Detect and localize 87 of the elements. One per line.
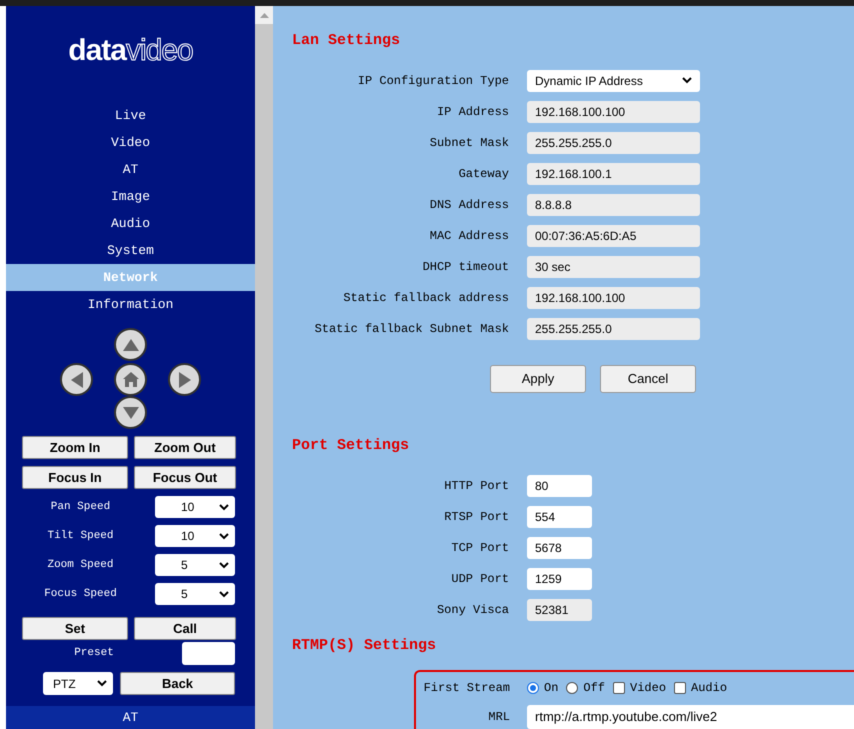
home-icon xyxy=(122,372,138,387)
preset-label: Preset xyxy=(73,646,115,662)
field-label: Static fallback address xyxy=(342,290,509,306)
left-arrow-button[interactable] xyxy=(60,363,93,396)
field-label: RTSP Port xyxy=(443,509,509,526)
field-label: DHCP timeout xyxy=(422,258,509,276)
up-arrow-button[interactable] xyxy=(114,328,147,361)
readonly-field: 8.8.8.8 xyxy=(527,194,700,216)
logo: datavideo xyxy=(67,32,194,68)
form-button[interactable]: Apply xyxy=(490,364,586,392)
field-label: UDP Port xyxy=(450,571,509,588)
speed-label: Zoom Speed xyxy=(46,558,114,573)
option-label: On xyxy=(544,680,558,696)
nav-item[interactable]: System xyxy=(6,237,255,264)
field-label: IP Configuration Type xyxy=(356,72,509,90)
speed-select[interactable]: 10 xyxy=(155,525,235,547)
sidebar-button[interactable]: Focus Out xyxy=(134,466,236,489)
option-label: Off xyxy=(583,680,606,696)
readonly-field: 192.168.100.100 xyxy=(527,286,700,308)
field-label: Sony Visca xyxy=(436,602,509,619)
section-heading: Port Settings xyxy=(291,436,410,456)
readonly-field: 00:07:36:A5:6D:A5 xyxy=(527,224,700,246)
nav-item[interactable]: Information xyxy=(6,291,255,318)
chevron-down-icon xyxy=(682,77,692,84)
field-label: Subnet Mask xyxy=(428,134,509,152)
sidebar-button[interactable]: Zoom Out xyxy=(134,436,236,459)
chevron-down-icon xyxy=(219,590,229,598)
field-label: HTTP Port xyxy=(443,478,509,495)
nav-item[interactable]: Video xyxy=(6,129,255,156)
field-label: MRL xyxy=(487,708,510,726)
speed-select[interactable]: 10 xyxy=(155,496,235,518)
field-label: MAC Address xyxy=(428,228,509,244)
readonly-field: 255.255.255.0 xyxy=(527,132,700,154)
port-field: 52381 xyxy=(527,599,592,621)
readonly-field: 255.255.255.0 xyxy=(527,318,700,340)
field-label: IP Address xyxy=(436,104,509,120)
checkbox[interactable] xyxy=(674,682,686,694)
preset-input[interactable] xyxy=(182,642,235,665)
readonly-field: 192.168.100.1 xyxy=(527,162,700,184)
speed-select[interactable]: 5 xyxy=(155,554,235,576)
mrl-field[interactable]: rtmp://a.rtmp.youtube.com/live2 xyxy=(527,704,854,728)
radio-button[interactable] xyxy=(527,682,539,694)
speed-label: Tilt Speed xyxy=(46,528,114,544)
chevron-down-icon xyxy=(219,532,229,540)
sidebar-button[interactable]: Zoom In xyxy=(22,436,128,459)
mode-select[interactable]: PTZ xyxy=(43,672,113,695)
select-field[interactable]: Dynamic IP Address xyxy=(527,70,700,92)
sidebar-button[interactable]: Call xyxy=(134,617,236,640)
speed-label: Focus Speed xyxy=(43,586,118,602)
nav-item[interactable]: AT xyxy=(6,156,255,183)
field-label: Static fallback Subnet Mask xyxy=(314,320,509,338)
form-button[interactable]: Cancel xyxy=(600,364,696,392)
checkbox[interactable] xyxy=(613,682,626,694)
port-field[interactable]: 5678 xyxy=(527,537,592,559)
nav-item[interactable]: Image xyxy=(6,183,255,210)
field-label: TCP Port xyxy=(450,540,509,557)
left-triangle-icon xyxy=(70,372,82,388)
chevron-down-icon xyxy=(219,562,229,568)
field-label: First Stream xyxy=(422,680,510,696)
chevron-down-icon xyxy=(97,680,107,687)
nav-item[interactable]: Audio xyxy=(6,210,255,237)
field-label: DNS Address xyxy=(428,196,509,214)
port-field[interactable]: 554 xyxy=(527,506,592,528)
speed-select[interactable]: 5 xyxy=(155,583,235,605)
down-triangle-icon xyxy=(122,406,138,418)
readonly-field: 192.168.100.100 xyxy=(527,100,700,122)
up-triangle-icon xyxy=(122,338,138,350)
section-heading: Lan Settings xyxy=(291,31,402,51)
sidebar-button[interactable]: Set xyxy=(22,617,128,640)
right-arrow-button[interactable] xyxy=(168,363,201,396)
option-label: Video xyxy=(630,680,666,696)
readonly-field: 30 sec xyxy=(527,256,700,278)
section-heading: RTMP(S) Settings xyxy=(291,636,438,656)
radio-button[interactable] xyxy=(566,682,578,694)
nav-item[interactable]: Live xyxy=(6,102,255,129)
sidebar-button[interactable]: Back xyxy=(120,672,235,695)
speed-label: Pan Speed xyxy=(50,500,112,515)
port-field[interactable]: 1259 xyxy=(527,568,592,590)
option-label: Audio xyxy=(691,680,728,696)
footer-tab[interactable]: AT xyxy=(6,706,255,729)
home-button[interactable] xyxy=(114,363,147,396)
chevron-down-icon xyxy=(219,504,229,510)
right-triangle-icon xyxy=(178,372,190,388)
field-label: Gateway xyxy=(458,166,509,182)
down-arrow-button[interactable] xyxy=(114,396,147,429)
port-field[interactable]: 80 xyxy=(527,475,592,497)
sidebar-button[interactable]: Focus In xyxy=(22,466,128,489)
